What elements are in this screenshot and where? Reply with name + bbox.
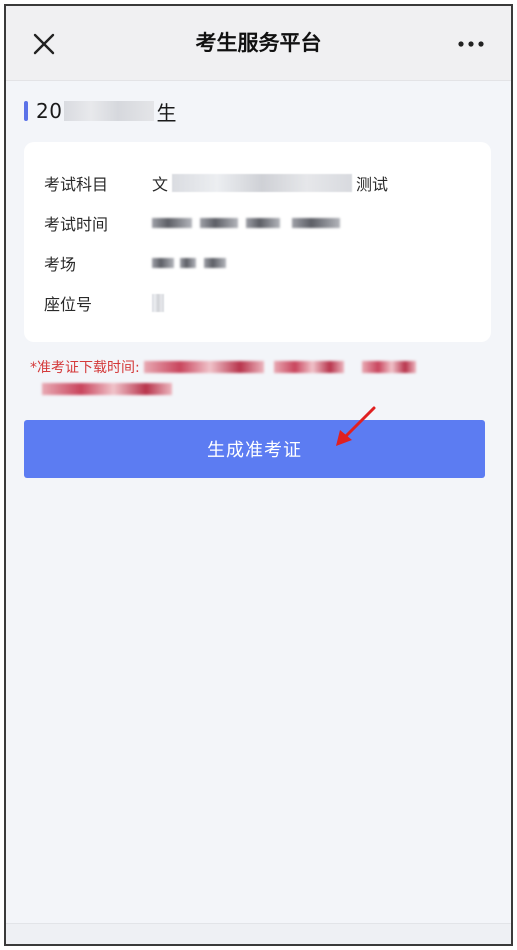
info-row-seat: 座位号 bbox=[44, 290, 475, 316]
seat-label: 座位号 bbox=[44, 295, 93, 314]
redacted-start-time bbox=[273, 361, 344, 373]
top-navigation-bar: 考生服务平台 bbox=[6, 6, 511, 81]
phone-screen: 考生服务平台 20 生 考试科目 文 测试 考试时间 考场 座位号 *准考证下载… bbox=[4, 4, 513, 946]
notice-line-2 bbox=[30, 378, 480, 400]
redacted-seat-number bbox=[152, 294, 164, 312]
heading-prefix: 20 bbox=[36, 99, 63, 123]
redacted-room-part bbox=[152, 258, 174, 268]
redacted-time-part bbox=[152, 218, 192, 228]
exam-section-heading: 20 生 bbox=[24, 98, 177, 125]
info-row-time: 考试时间 bbox=[44, 210, 475, 236]
time-label: 考试时间 bbox=[44, 215, 109, 234]
exam-info-card: 考试科目 文 测试 考试时间 考场 座位号 bbox=[24, 142, 491, 342]
redacted-start-time bbox=[143, 361, 264, 373]
subject-value-prefix: 文 bbox=[152, 175, 169, 194]
generate-admission-ticket-button[interactable]: 生成准考证 bbox=[24, 420, 485, 478]
redacted-time-part bbox=[200, 218, 238, 228]
redacted-end-time bbox=[361, 361, 416, 373]
redacted-room-part bbox=[180, 258, 196, 268]
download-time-notice: *准考证下载时间: bbox=[30, 356, 480, 400]
seat-value bbox=[152, 294, 164, 312]
redacted-subject bbox=[172, 174, 353, 192]
notice-line-1: *准考证下载时间: bbox=[30, 356, 480, 378]
redacted-time-part bbox=[292, 218, 340, 228]
bottom-browser-bar bbox=[6, 923, 511, 944]
subject-label: 考试科目 bbox=[44, 175, 109, 194]
info-row-room: 考场 bbox=[44, 250, 475, 276]
close-icon bbox=[33, 33, 55, 55]
redacted-room-part bbox=[204, 258, 226, 268]
time-value bbox=[152, 218, 340, 228]
info-row-subject: 考试科目 文 测试 bbox=[44, 170, 475, 196]
close-button[interactable] bbox=[30, 30, 58, 58]
redacted-heading-text bbox=[64, 101, 155, 121]
subject-value-suffix: 测试 bbox=[356, 175, 389, 194]
heading-accent-bar bbox=[24, 101, 28, 121]
more-options-button[interactable] bbox=[453, 32, 489, 56]
room-value bbox=[152, 258, 226, 268]
page-title: 考生服务平台 bbox=[195, 31, 322, 55]
room-label: 考场 bbox=[44, 255, 77, 274]
subject-value: 文 测试 bbox=[152, 171, 388, 195]
heading-suffix: 生 bbox=[156, 100, 177, 125]
redacted-end-time bbox=[42, 383, 172, 395]
more-dots-icon bbox=[458, 41, 484, 47]
notice-label: *准考证下载时间: bbox=[30, 360, 140, 376]
redacted-time-part bbox=[246, 218, 280, 228]
